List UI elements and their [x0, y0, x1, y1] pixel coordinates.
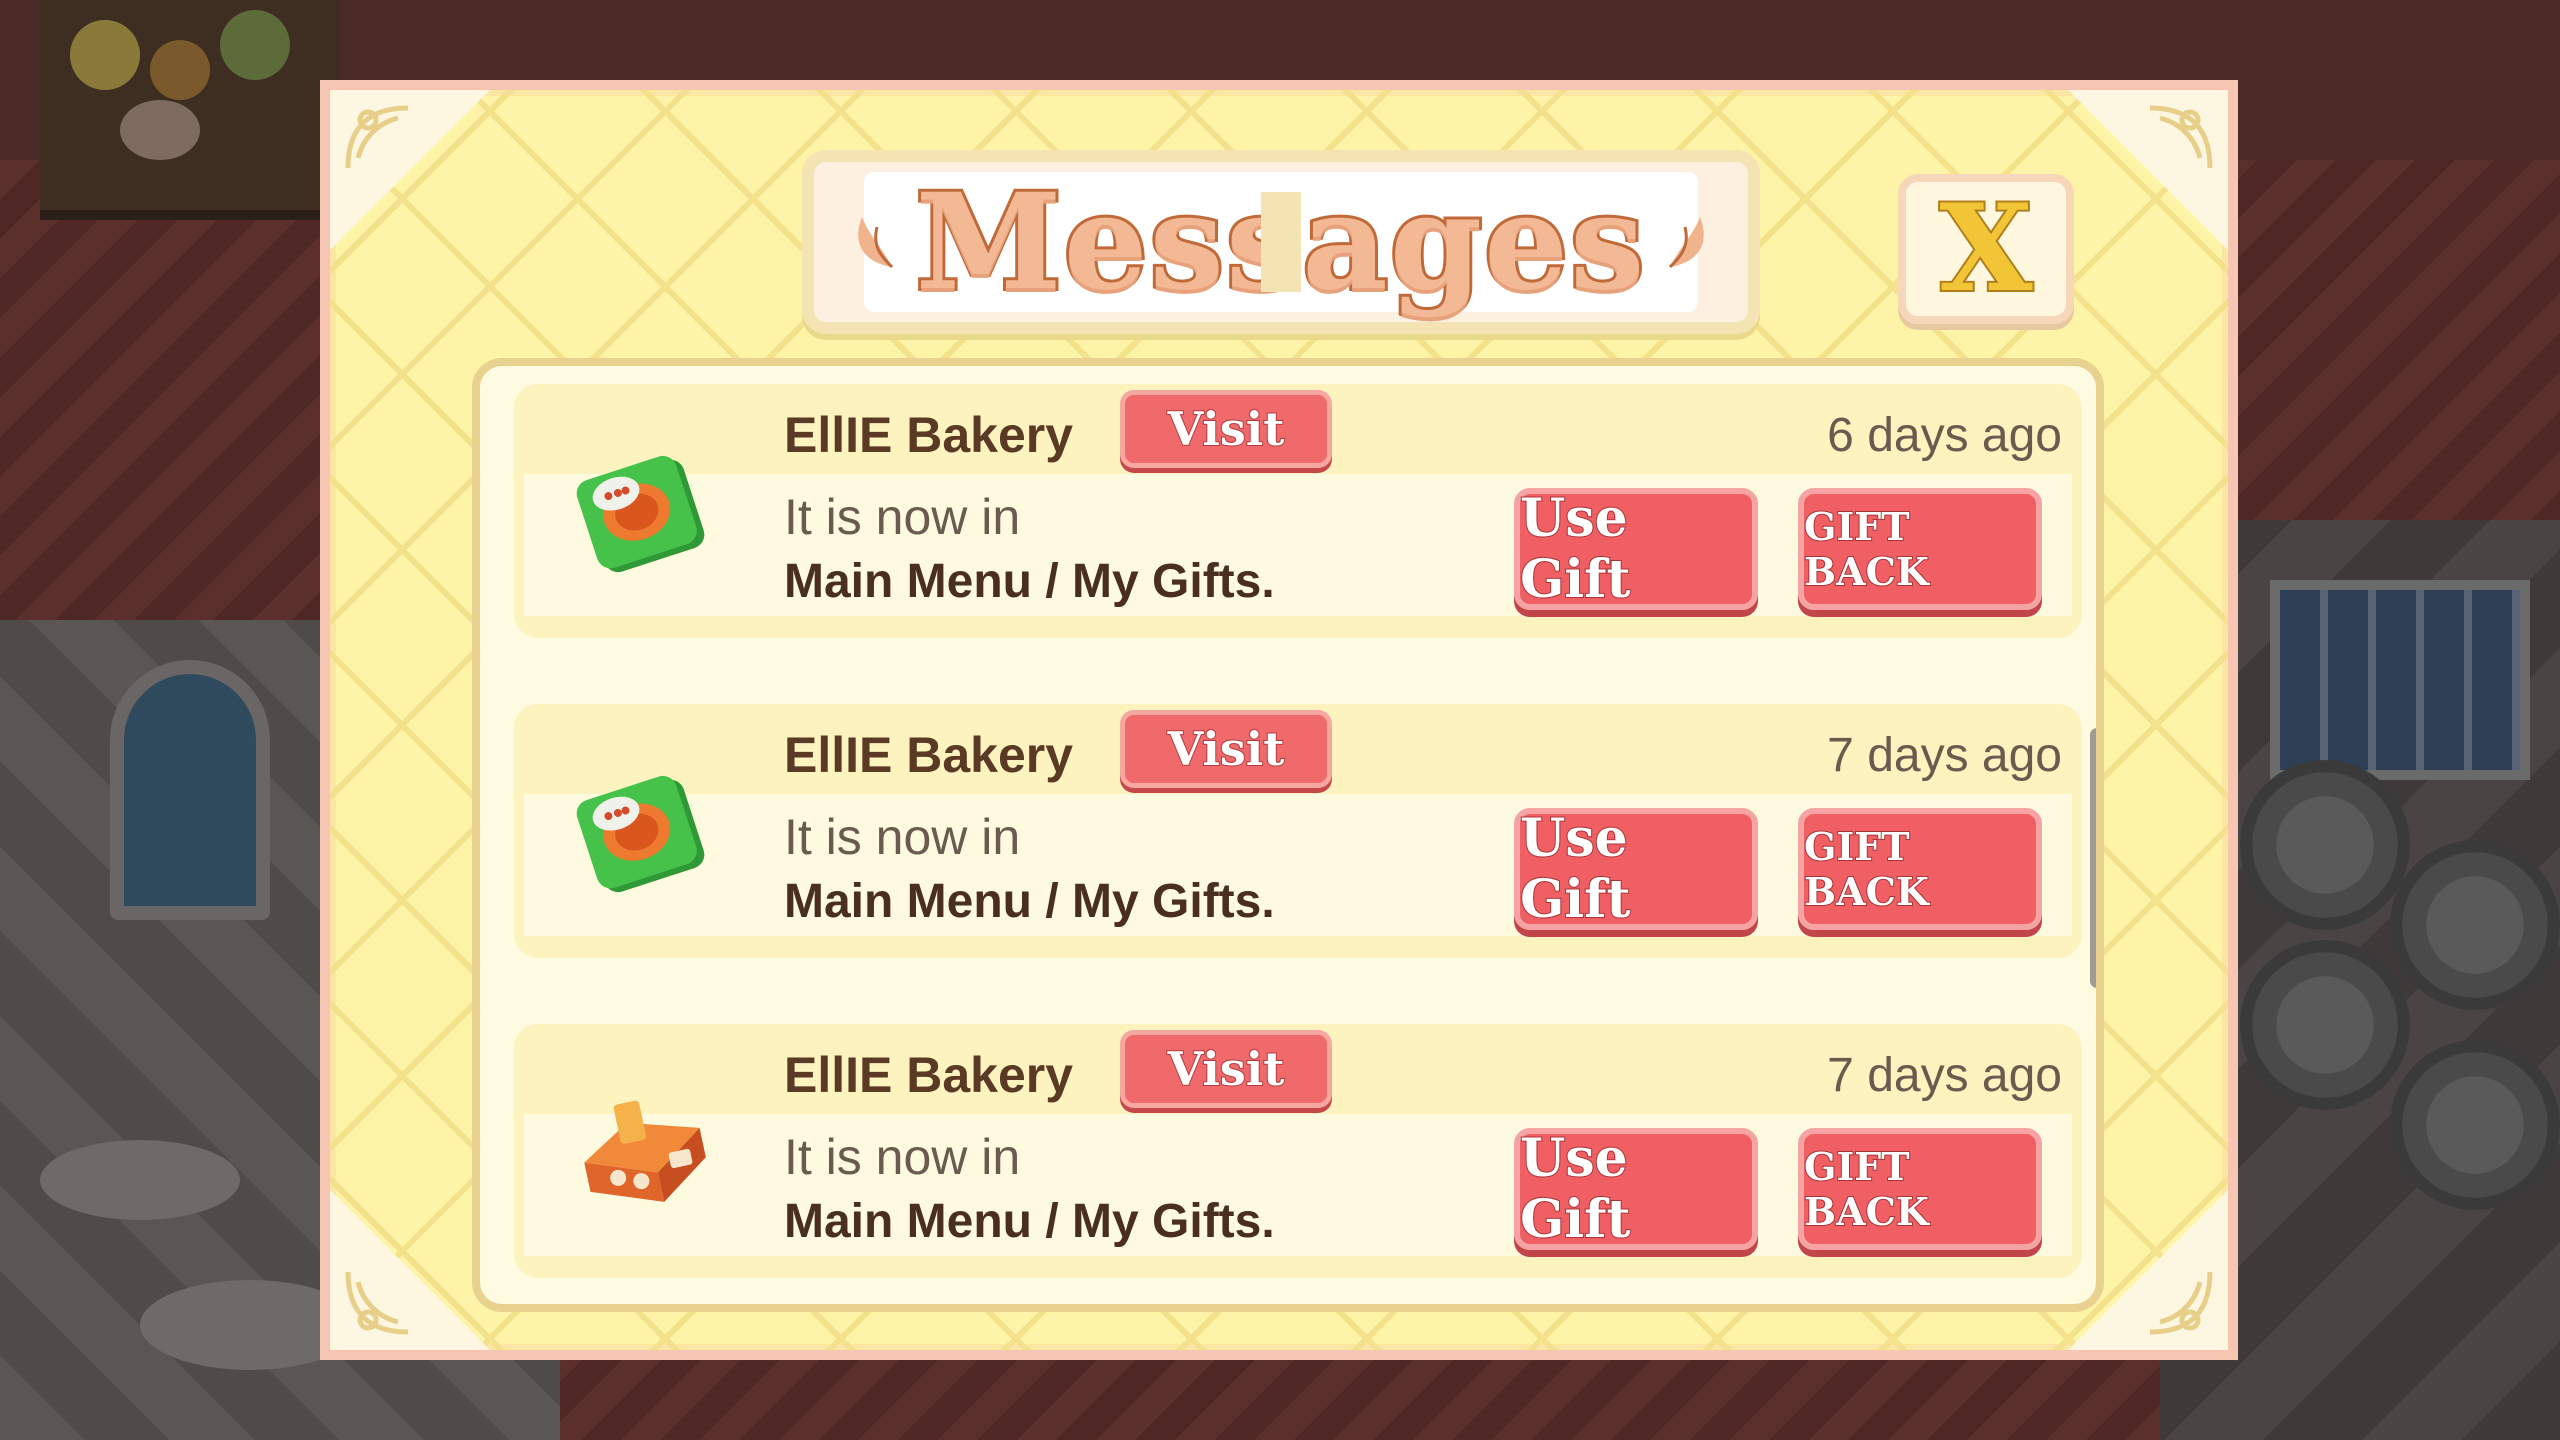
sender-name: EllIE Bakery — [784, 727, 1074, 783]
sender-name: EllIE Bakery — [784, 407, 1074, 463]
dialog-title: Messages — [913, 162, 1648, 323]
gift-back-button[interactable]: GIFT BACK — [1798, 808, 2042, 930]
close-button[interactable]: X — [1898, 174, 2074, 324]
shop-window — [2270, 580, 2530, 780]
message-item: EllIE Bakery Visit 7 days ago It is now … — [514, 704, 2082, 958]
leaf-flourish-icon — [857, 217, 893, 269]
use-gift-button[interactable]: Use Gift — [1514, 807, 1758, 931]
message-text: It is now in — [784, 489, 1021, 545]
use-gift-button[interactable]: Use Gift — [1514, 1127, 1758, 1251]
green-spool-gift-icon — [576, 775, 705, 893]
messages-dialog: Messages X EllIE Bakery Visit 6 days ago… — [320, 80, 2238, 1360]
visit-button[interactable]: Visit — [1120, 710, 1332, 788]
message-text: It is now in — [784, 809, 1021, 865]
title-banner: Messages — [802, 150, 1760, 334]
use-gift-button[interactable]: Use Gift — [1514, 487, 1758, 611]
gift-back-button[interactable]: GIFT BACK — [1798, 488, 2042, 610]
messages-list[interactable]: EllIE Bakery Visit 6 days ago It is now … — [472, 358, 2104, 1312]
message-timestamp: 7 days ago — [1827, 1049, 2062, 1102]
orange-cabinet-gift-icon — [584, 1100, 706, 1202]
message-location: Main Menu / My Gifts. — [784, 1195, 1275, 1248]
cafe-table — [40, 1140, 240, 1220]
vegetable-crate — [40, 0, 340, 220]
scrollbar-thumb[interactable] — [2090, 728, 2096, 988]
visit-button[interactable]: Visit — [1120, 1030, 1332, 1108]
message-text: It is now in — [784, 1129, 1021, 1185]
message-location: Main Menu / My Gifts. — [784, 875, 1275, 928]
green-spool-gift-icon — [576, 455, 705, 573]
arched-window — [110, 660, 270, 920]
message-location: Main Menu / My Gifts. — [784, 555, 1275, 608]
sender-name: EllIE Bakery — [784, 1047, 1074, 1103]
message-timestamp: 6 days ago — [1827, 409, 2062, 462]
plate — [2390, 1040, 2560, 1210]
plate — [2240, 940, 2410, 1110]
message-item: EllIE Bakery Visit 7 days ago It is now … — [514, 1024, 2082, 1278]
visit-button[interactable]: Visit — [1120, 390, 1332, 468]
close-label: X — [1937, 178, 2034, 319]
gift-back-button[interactable]: GIFT BACK — [1798, 1128, 2042, 1250]
leaf-flourish-icon — [1669, 217, 1705, 269]
plate — [2240, 760, 2410, 930]
message-timestamp: 7 days ago — [1827, 729, 2062, 782]
plate — [2390, 840, 2560, 1010]
message-item: EllIE Bakery Visit 6 days ago It is now … — [514, 384, 2082, 638]
